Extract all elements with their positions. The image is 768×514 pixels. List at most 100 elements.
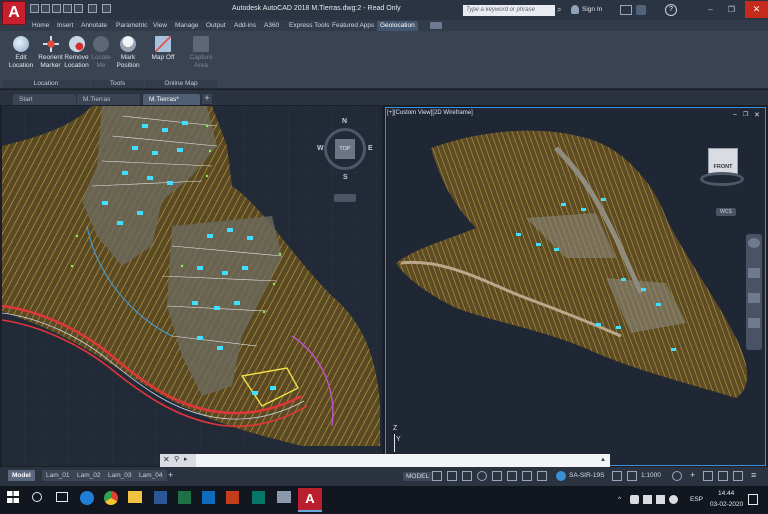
application-menu-button[interactable]: A (2, 1, 26, 25)
wcs-menu[interactable] (334, 194, 356, 202)
tab-output[interactable]: Output (206, 21, 226, 31)
units-icon[interactable] (703, 471, 713, 481)
tab-add-ins[interactable]: Add-ins (234, 21, 256, 31)
layout-tab-model[interactable]: Model (8, 470, 35, 481)
compass-east[interactable]: E (368, 145, 373, 152)
tab-manage[interactable]: Manage (175, 21, 199, 31)
cloud-icon[interactable] (630, 495, 639, 504)
grid-icon[interactable] (432, 471, 442, 481)
autocad-taskbar-icon[interactable]: A (298, 488, 322, 512)
layout-tab-lam-02[interactable]: Lam_02 (73, 470, 105, 481)
file-explorer-icon[interactable] (128, 491, 142, 503)
tab-geolocation[interactable]: Geolocation (377, 21, 418, 31)
command-customize-icon[interactable]: ⚲ (174, 455, 179, 463)
viewport-left[interactable]: TOP N S W E (2, 106, 382, 466)
maximize-icon[interactable]: ❐ (726, 5, 737, 15)
windows-start-icon[interactable] (7, 491, 19, 503)
taskbar-search-icon[interactable] (32, 492, 42, 502)
layout-tab-lam-01[interactable]: Lam_01 (42, 470, 74, 481)
project-icon[interactable] (252, 491, 265, 504)
workspace-icon[interactable] (672, 471, 682, 481)
viewport-close-icon[interactable]: ✕ (754, 111, 760, 119)
tab-home[interactable]: Home (32, 21, 49, 31)
wcs-menu-right[interactable]: WCS (716, 208, 736, 216)
chrome-icon[interactable] (104, 491, 118, 505)
ortho-icon[interactable] (462, 471, 472, 481)
osnap-icon[interactable] (492, 471, 502, 481)
compass-west[interactable]: W (317, 145, 324, 152)
new-tab-icon[interactable]: + (202, 94, 212, 104)
new-icon[interactable] (30, 4, 39, 13)
open-icon[interactable] (41, 4, 50, 13)
exchange-icon[interactable] (636, 5, 646, 15)
outlook-icon[interactable] (202, 491, 215, 504)
battery-icon[interactable] (656, 495, 665, 504)
viewport-restore-icon[interactable]: ❐ (743, 111, 748, 118)
remove-location-button[interactable]: Remove Location (63, 36, 90, 70)
command-input[interactable] (160, 454, 610, 467)
coordinate-system[interactable]: SA-SIR-19S (569, 472, 604, 479)
isolate-objects-icon[interactable] (718, 471, 728, 481)
zoom-extents-icon[interactable] (748, 293, 760, 303)
clock-date[interactable]: 03-02-2020 (710, 501, 743, 508)
compass-north[interactable]: N (342, 118, 347, 125)
language-indicator[interactable]: ESP (690, 496, 703, 503)
steering-wheel-icon[interactable] (748, 238, 760, 248)
reorient-marker-button[interactable]: Reorient Marker (37, 36, 64, 70)
viewcube-ring[interactable] (700, 172, 744, 186)
polar-icon[interactable] (477, 471, 487, 481)
compass-south[interactable]: S (343, 174, 348, 181)
viewport-right[interactable]: FRONT WCS – ❐ ✕ (385, 107, 766, 466)
viewcube-top-face[interactable]: TOP (335, 139, 355, 159)
search-icon[interactable]: ⌕ (557, 5, 567, 15)
help-icon[interactable]: ? (665, 4, 677, 16)
word-icon[interactable] (154, 491, 167, 504)
layout-tab-lam-03[interactable]: Lam_03 (104, 470, 136, 481)
volume-icon[interactable] (669, 495, 678, 504)
undo-icon[interactable] (88, 4, 97, 13)
powerpoint-icon[interactable] (226, 491, 239, 504)
tab-insert[interactable]: Insert (57, 21, 73, 31)
pan-icon[interactable] (748, 268, 760, 278)
notifications-icon[interactable] (748, 494, 758, 505)
ribbon-toggle-icon[interactable] (430, 22, 442, 29)
search-input[interactable]: Type a keyword or phrase (463, 5, 555, 16)
cart-icon[interactable] (620, 5, 632, 15)
layout-tab-lam-04[interactable]: Lam_04 (135, 470, 167, 481)
save-as-icon[interactable] (63, 4, 72, 13)
tray-chevron-icon[interactable]: ^ (618, 496, 621, 503)
excel-icon[interactable] (178, 491, 191, 504)
photos-icon[interactable] (277, 491, 291, 503)
viewcube-front-face[interactable]: FRONT (708, 148, 738, 174)
tab-parametric[interactable]: Parametric (116, 21, 147, 31)
transparency-icon[interactable] (522, 471, 532, 481)
annotation-monitor-icon[interactable]: + (690, 470, 695, 480)
tab-view[interactable]: View (153, 21, 167, 31)
edit-location-button[interactable]: Edit Location (6, 36, 36, 70)
minimize-icon[interactable]: – (705, 5, 716, 15)
auto-scale-icon[interactable] (627, 471, 637, 481)
add-layout-icon[interactable]: + (168, 470, 173, 481)
tab-express-tools[interactable]: Express Tools (289, 21, 329, 31)
annotation-scale[interactable]: 1:1000 (641, 472, 661, 479)
geolocation-icon[interactable] (556, 471, 566, 481)
tab-annotate[interactable]: Annotate (81, 21, 107, 31)
clock-time[interactable]: 14:44 (718, 490, 734, 497)
customization-icon[interactable]: ≡ (751, 470, 756, 480)
save-icon[interactable] (52, 4, 61, 13)
network-icon[interactable] (643, 495, 652, 504)
annotation-visibility-icon[interactable] (612, 471, 622, 481)
orbit-icon[interactable] (748, 318, 760, 328)
selection-cycling-icon[interactable] (537, 471, 547, 481)
snap-icon[interactable] (447, 471, 457, 481)
mark-position-button[interactable]: Mark Position (114, 36, 142, 70)
tab-featured-apps[interactable]: Featured Apps (332, 21, 374, 31)
command-history-icon[interactable]: ▲ (600, 457, 606, 463)
viewport-controls-label[interactable]: [+][Custom View][2D Wireframe] (387, 110, 473, 116)
command-close-icon[interactable]: ✕ (163, 455, 170, 464)
close-icon[interactable]: ✕ (745, 1, 768, 18)
print-icon[interactable] (74, 4, 83, 13)
sign-in-link[interactable]: Sign In (582, 6, 602, 13)
doc-tab-mtierras[interactable]: M.Tierras (77, 94, 140, 105)
redo-icon[interactable] (102, 4, 111, 13)
